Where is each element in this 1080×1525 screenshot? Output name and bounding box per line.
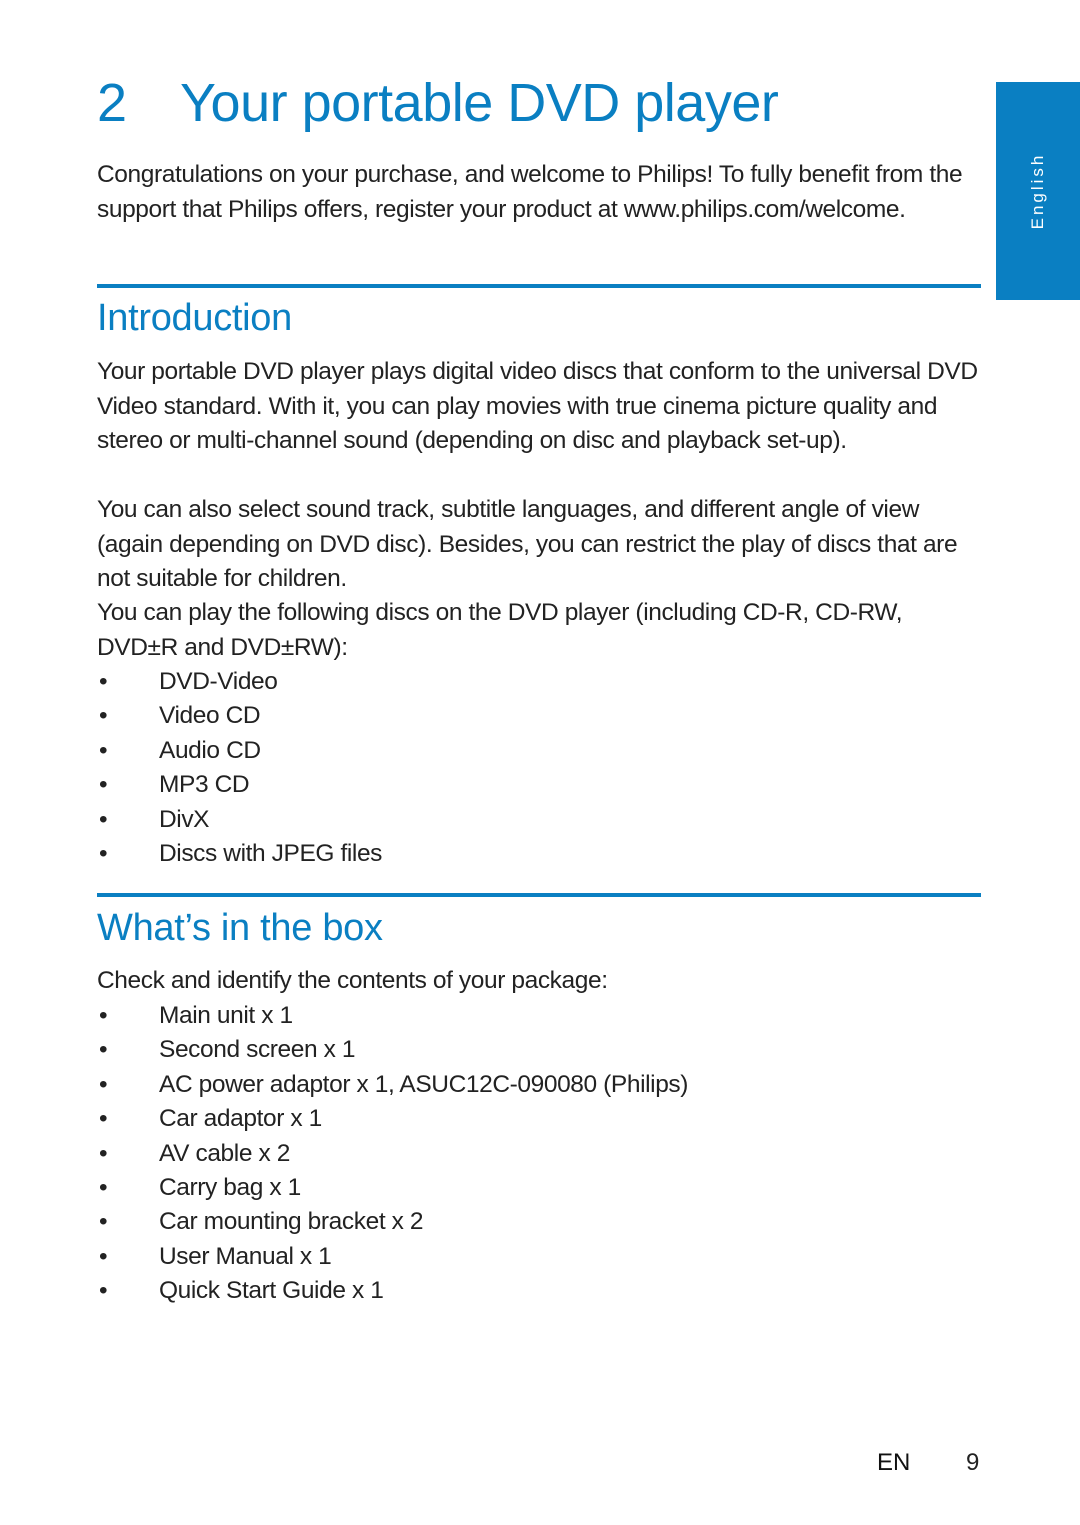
box-contents-lead: Check and identify the contents of your …	[97, 967, 608, 994]
bullet-icon: •	[99, 1002, 108, 1029]
bullet-icon: •	[99, 1036, 108, 1064]
list-item: • AC power adaptor x 1, ASUC12C-090080 (P…	[97, 1068, 688, 1102]
introduction-paragraph-3: You can play the following discs on the …	[97, 599, 903, 661]
introduction-heading: Introduction	[97, 297, 292, 339]
list-item: • Main unit x 1	[97, 999, 688, 1033]
list-item: • AV cable x 2	[97, 1137, 688, 1171]
list-item: • User Manual x 1	[97, 1240, 688, 1274]
list-item: • Second screen x 1	[97, 1033, 688, 1067]
bullet-icon: •	[99, 1070, 108, 1098]
bullet-icon: •	[99, 702, 108, 730]
whats-in-the-box-heading: What’s in the box	[97, 907, 383, 949]
page-number: 9	[966, 1449, 980, 1476]
introduction-paragraph-2: You can also select sound track, subtitl…	[97, 496, 958, 592]
list-item: • Car mounting bracket x 2	[97, 1205, 688, 1239]
chapter-number: 2	[97, 73, 127, 133]
section-divider	[97, 893, 981, 897]
chapter-title: Your portable DVD player	[180, 73, 779, 133]
language-tab-label: English	[1028, 152, 1047, 230]
list-item: • Discs with JPEG files	[97, 837, 382, 871]
list-item: • MP3 CD	[97, 768, 382, 802]
box-contents-list: • Main unit x 1 • Second screen x 1 • AC po…	[97, 999, 688, 1309]
bullet-icon: •	[99, 1242, 108, 1270]
list-item: • Audio CD	[97, 734, 382, 768]
list-item: • DivX	[97, 803, 382, 837]
bullet-icon: •	[99, 736, 108, 764]
introduction-paragraph-1: Your portable DVD player plays digital v…	[97, 358, 978, 454]
list-item: • Carry bag x 1	[97, 1171, 688, 1205]
section-divider	[97, 284, 981, 288]
bullet-icon: •	[99, 840, 108, 868]
bullet-icon: •	[99, 771, 108, 799]
bullet-icon: •	[99, 1277, 108, 1305]
intro-paragraph: Congratulations on your purchase, and we…	[97, 161, 963, 223]
bullet-icon: •	[99, 1208, 108, 1236]
bullet-icon: •	[99, 668, 108, 695]
disc-types-list: • DVD-Video • Video CD • Audio CD • MP3 CD •…	[97, 665, 382, 871]
bullet-icon: •	[99, 1174, 108, 1202]
page-title: 2 Your portable DVD player	[97, 70, 779, 136]
list-item: • Quick Start Guide x 1	[97, 1274, 688, 1308]
footer-language-code: EN	[877, 1449, 911, 1476]
bullet-icon: •	[99, 1105, 108, 1133]
list-item: • Car adaptor x 1	[97, 1102, 688, 1136]
list-item: • Video CD	[97, 699, 382, 733]
bullet-icon: •	[99, 1139, 108, 1167]
bullet-icon: •	[99, 805, 108, 833]
language-tab: English	[996, 82, 1080, 300]
list-item: • DVD-Video	[97, 665, 382, 699]
